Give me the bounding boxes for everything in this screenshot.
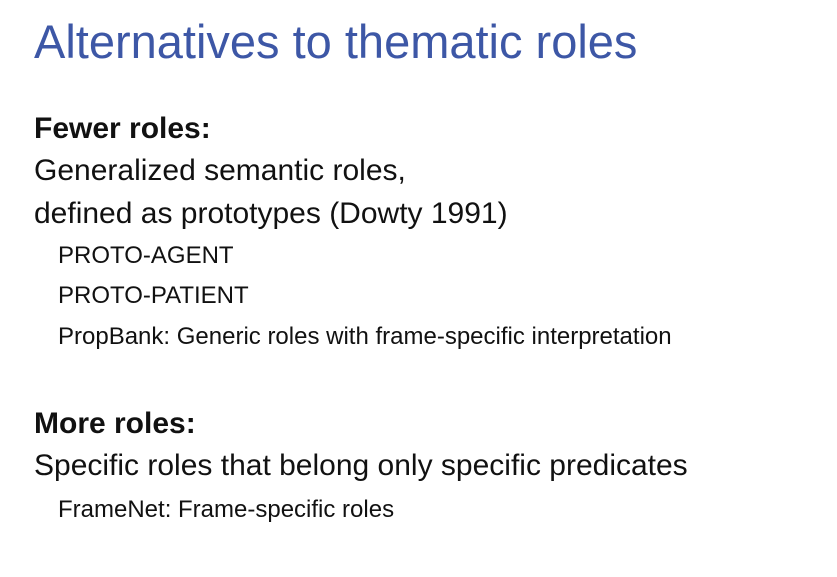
propbank-item: PropBank: Generic roles with frame-speci… [58,323,672,350]
proto-patient-item: PROTO-PATIENT [58,282,249,309]
slide: Alternatives to thematic roles Fewer rol… [0,0,837,577]
framenet-item: FrameNet: Frame-specific roles [58,496,395,523]
proto-agent-item: PROTO-AGENT [58,242,234,269]
fewer-roles-heading: Fewer roles: [34,112,211,145]
fewer-roles-line-2: defined as prototypes (Dowty 1991) [34,197,508,230]
more-roles-line-1: Specific roles that belong only specific… [34,449,688,482]
fewer-roles-line-1: Generalized semantic roles, [34,154,406,187]
more-roles-heading: More roles: [34,407,196,440]
slide-title: Alternatives to thematic roles [34,15,638,68]
